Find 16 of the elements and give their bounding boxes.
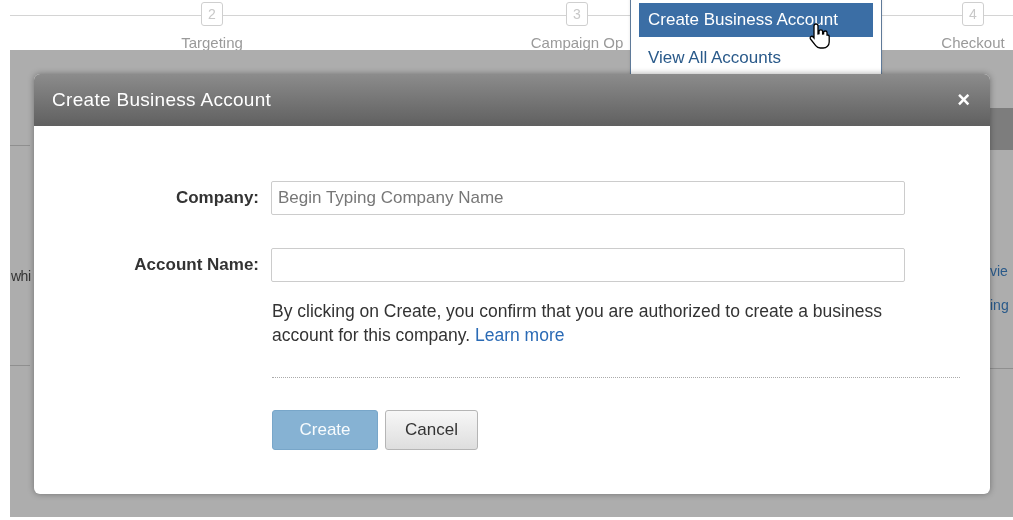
close-button[interactable]: × bbox=[955, 89, 972, 111]
step-label: Targeting bbox=[181, 33, 243, 53]
dialog-title: Create Business Account bbox=[52, 87, 272, 112]
field-label: Company: bbox=[174, 187, 259, 210]
page-text-fragment: whi bbox=[11, 267, 31, 286]
step-label: Checkout bbox=[941, 33, 1005, 53]
authorization-notice: By clicking on Create, you confirm that you are authorized to create a business account for this company. Learn more bbox=[272, 300, 883, 347]
page-text-fragment: vie bbox=[990, 262, 1008, 281]
text-field[interactable] bbox=[271, 248, 905, 282]
page-text-fragment: ing bbox=[990, 296, 1009, 315]
field-label: Account Name: bbox=[133, 254, 259, 277]
learn-more-link[interactable]: Learn more bbox=[475, 325, 565, 345]
text-field[interactable]: Begin Typing Company Name bbox=[271, 181, 905, 215]
menu-item[interactable]: Create Business Account bbox=[639, 3, 873, 37]
cancel-button[interactable]: Cancel bbox=[385, 410, 478, 450]
step-label: Campaign Op bbox=[530, 33, 624, 53]
